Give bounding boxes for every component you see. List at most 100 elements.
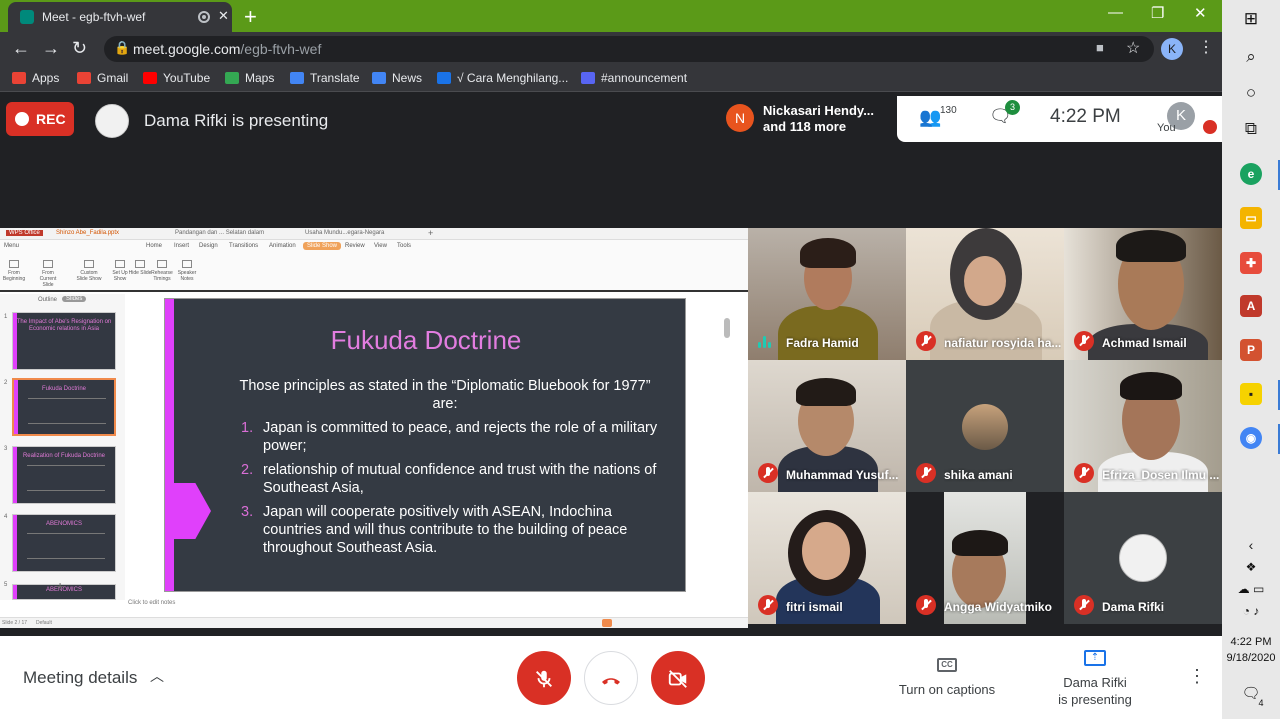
wps-menu-tools[interactable]: Tools — [397, 243, 411, 249]
forward-arrow-icon[interactable]: → — [42, 38, 60, 59]
bookmark-star-icon[interactable]: ☆ — [1126, 38, 1140, 58]
wps-new-tab-button[interactable]: + — [428, 228, 433, 238]
powerpoint-icon[interactable]: P — [1240, 339, 1262, 361]
wps-menu-insert[interactable]: Insert — [174, 243, 189, 249]
bookmark-announcement[interactable]: #announcement — [581, 71, 687, 85]
sticky-notes-icon[interactable]: ▪ — [1240, 383, 1262, 405]
screen-share-presentation[interactable]: WPS Office Shinzo Abe_Fadila.pptx Pandan… — [0, 228, 748, 628]
presentation-status-button[interactable]: Dama Rifki is presenting — [1045, 674, 1145, 708]
mic-toggle-button[interactable] — [517, 651, 571, 705]
wps-menu-animation[interactable]: Animation — [269, 243, 296, 249]
minimize-window-button[interactable]: — — [1108, 4, 1123, 21]
speaker-notes-placeholder[interactable]: Click to edit notes — [128, 600, 175, 606]
camera-permission-icon[interactable]: ■ — [1096, 40, 1104, 55]
add-slide-button[interactable]: + — [56, 578, 64, 594]
slide-thumbnail[interactable]: ABENOMICS — [12, 514, 116, 572]
wps-menu-review[interactable]: Review — [345, 243, 365, 249]
wps-doc-tab-3[interactable]: Usaha Mundu...egara-Negara — [305, 230, 384, 236]
slide-thumbnail-selected[interactable]: Fukuda Doctrine — [12, 378, 116, 436]
wps-menu-slide-show[interactable]: Slide Show — [303, 242, 342, 250]
participant-name: Efriza_Dosen Ilmu ... — [1102, 468, 1220, 482]
ribbon-from-beginning[interactable]: From Beginning — [0, 260, 28, 282]
participant-tile[interactable]: Achmad Ismail — [1064, 228, 1222, 360]
chevron-left-icon[interactable]: ‹ — [1240, 534, 1262, 556]
slide-thumbnail-panel: Outline Slides 1 The Impact of Abe's Res… — [0, 294, 125, 600]
wps-menu-design[interactable]: Design — [199, 243, 218, 249]
restore-window-button[interactable]: ❐ — [1151, 4, 1164, 22]
play-slideshow-icon[interactable] — [602, 619, 612, 627]
bookmark-gmail[interactable]: Gmail — [77, 71, 128, 85]
onedrive-icon[interactable]: ☁ ▭ — [1222, 582, 1280, 596]
mic-off-icon — [1074, 595, 1094, 615]
bookmark-news[interactable]: News — [372, 71, 422, 85]
captions-icon[interactable]: CC — [937, 658, 957, 672]
participant-tile[interactable]: Fadra Hamid — [748, 228, 906, 360]
back-arrow-icon[interactable]: ← — [12, 38, 30, 59]
theme-name: Default — [36, 620, 52, 626]
browser-tab-bar: Meet - egb-ftvh-wef ✕ + — ❐ ✕ — [0, 0, 1222, 32]
camera-toggle-button[interactable] — [651, 651, 705, 705]
edge-browser-icon[interactable]: e — [1240, 163, 1262, 185]
cortana-icon[interactable]: ○ — [1240, 82, 1262, 104]
taskbar-time[interactable]: 4:22 PM — [1222, 636, 1280, 648]
participant-tile[interactable]: Dama Rifki — [1064, 492, 1222, 624]
captions-button[interactable]: Turn on captions — [890, 682, 1004, 697]
new-tab-button[interactable]: + — [244, 4, 257, 30]
bookmark-youtube[interactable]: YouTube — [143, 71, 210, 85]
mic-off-icon — [758, 595, 778, 615]
wps-menu-view[interactable]: View — [374, 243, 387, 249]
tab-close-icon[interactable]: ✕ — [218, 8, 229, 24]
wps-doc-tab-1[interactable]: Shinzo Abe_Fadila.pptx — [56, 230, 119, 236]
join-notification[interactable]: N Nickasari Hendy... and 118 more — [720, 96, 898, 140]
windows-start-icon[interactable]: ⊞ — [1240, 8, 1262, 30]
ribbon-rehearse[interactable]: Rehearse Timings — [148, 260, 176, 282]
meeting-details-button[interactable]: Meeting details — [23, 668, 137, 688]
leave-call-button[interactable] — [584, 651, 638, 705]
bookmark-cara[interactable]: √ Cara Menghilang... — [437, 71, 568, 85]
participant-tile[interactable]: Muhammad Yusuf... — [748, 360, 906, 492]
taskbar-date[interactable]: 9/18/2020 — [1222, 652, 1280, 664]
ribbon-speaker-notes[interactable]: Speaker Notes — [173, 260, 201, 282]
chrome-browser-icon[interactable]: ◉ — [1240, 427, 1262, 449]
mic-off-icon — [536, 670, 552, 687]
wps-menu-home[interactable]: Home — [146, 243, 162, 249]
bookmark-apps[interactable]: Apps — [12, 71, 59, 85]
wps-doc-tab-2[interactable]: Pandangan dan ... Selatan dalam — [175, 230, 264, 236]
ribbon-from-current[interactable]: From Current Slide — [34, 260, 62, 288]
participant-tile[interactable]: shika amani — [906, 360, 1064, 492]
more-options-icon[interactable]: ⋮ — [1188, 666, 1206, 687]
wps-home-tab[interactable]: WPS Office — [6, 230, 43, 236]
close-window-button[interactable]: ✕ — [1194, 4, 1207, 22]
participant-tile[interactable]: fitri ismail — [748, 492, 906, 624]
slides-tab[interactable]: Slides — [62, 296, 87, 302]
ribbon-custom-show[interactable]: Custom Slide Show — [75, 260, 103, 282]
bookmark-translate[interactable]: Translate — [290, 71, 360, 85]
present-screen-icon[interactable]: ⇡ — [1084, 650, 1106, 666]
slide-thumbnail[interactable]: Realization of Fukuda Doctrine — [12, 446, 116, 504]
browser-menu-icon[interactable]: ⋮ — [1198, 37, 1214, 57]
search-icon[interactable]: ⌕ — [1240, 46, 1262, 68]
gift-icon[interactable]: ✚ — [1240, 252, 1262, 274]
wps-menu-transitions[interactable]: Transitions — [229, 243, 258, 249]
task-view-icon[interactable]: ⧉ — [1240, 118, 1262, 140]
address-bar[interactable]: 🔒 meet.google.com/egb-ftvh-wef ■ ☆ — [104, 36, 1154, 62]
people-icon[interactable]: 👥 — [919, 107, 941, 128]
wps-menu-main[interactable]: Menu — [4, 243, 19, 249]
recording-button[interactable]: REC — [6, 102, 74, 136]
wifi-volume-icon[interactable]: ◔ ♪ — [1222, 604, 1280, 618]
participant-tile[interactable]: Efriza_Dosen Ilmu ... — [1064, 360, 1222, 492]
participant-tile[interactable]: nafiatur rosyida ha... — [906, 228, 1064, 360]
participant-tile[interactable]: Angga Widyatmiko — [906, 492, 1064, 624]
dropbox-icon[interactable]: ❖ — [1222, 560, 1280, 574]
slide-thumbnail[interactable]: The Impact of Abe's Resignation on Econo… — [12, 312, 116, 370]
profile-avatar[interactable]: K — [1161, 38, 1183, 60]
reload-icon[interactable]: ↻ — [72, 38, 87, 59]
wps-scrollbar[interactable] — [724, 318, 730, 338]
mic-off-icon — [916, 463, 936, 483]
acrobat-pdf-icon[interactable]: A — [1240, 295, 1262, 317]
outline-tab[interactable]: Outline — [38, 297, 57, 303]
chevron-up-icon[interactable]: ︿ — [150, 666, 164, 686]
file-explorer-icon[interactable]: ▭ — [1240, 207, 1262, 229]
bookmark-maps[interactable]: Maps — [225, 71, 274, 85]
browser-tab-meet[interactable]: Meet - egb-ftvh-wef ✕ — [8, 2, 232, 32]
